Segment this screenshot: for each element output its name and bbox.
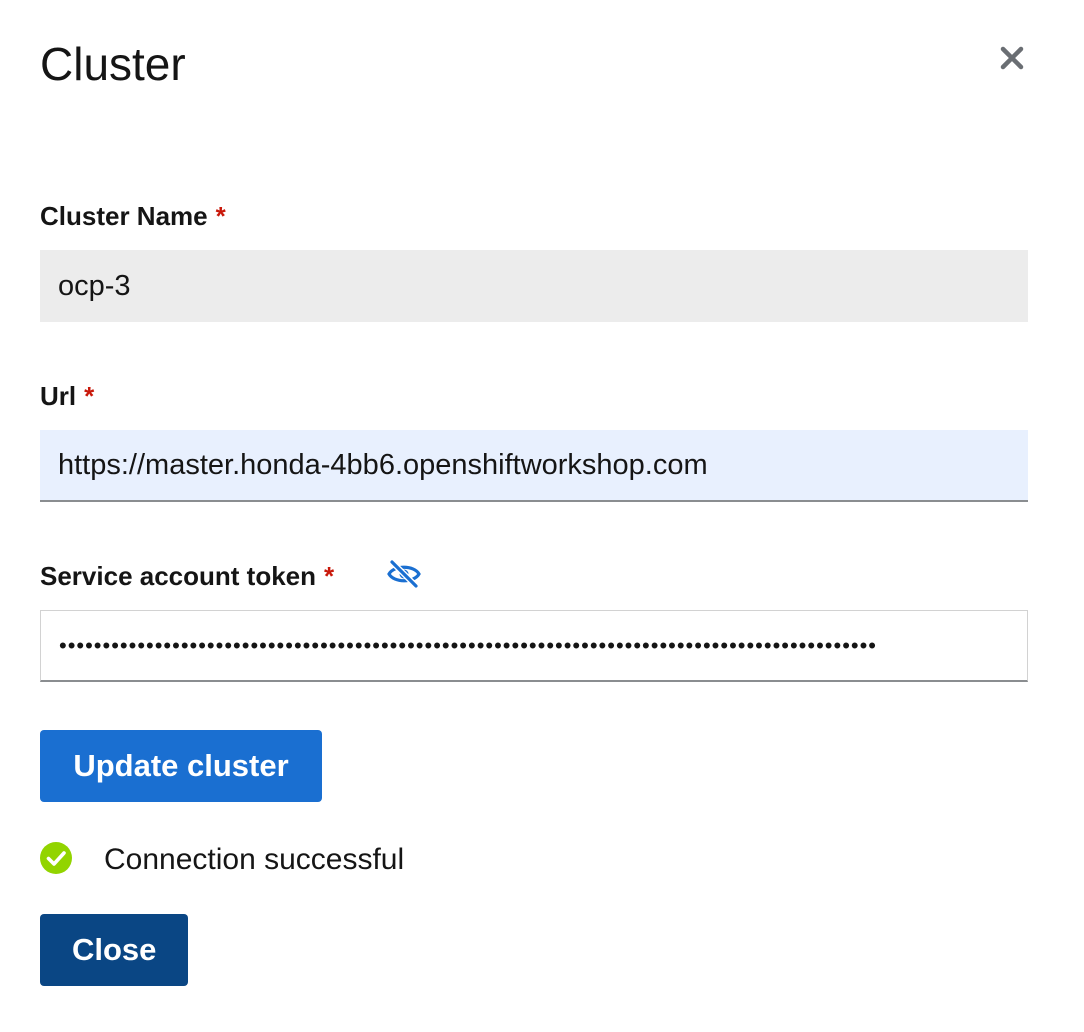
url-label-text: Url <box>40 381 77 411</box>
cluster-name-label-text: Cluster Name <box>40 201 208 231</box>
close-icon[interactable] <box>996 42 1028 74</box>
status-text: Connection successful <box>104 843 405 876</box>
token-value: ••••••••••••••••••••••••••••••••••••••••… <box>59 632 878 658</box>
token-input[interactable]: ••••••••••••••••••••••••••••••••••••••••… <box>40 610 1028 682</box>
cluster-name-label: Cluster Name * <box>40 200 226 232</box>
close-button[interactable]: Close <box>40 914 188 986</box>
connection-status: Connection successful <box>40 840 404 880</box>
required-marker: * <box>215 201 226 231</box>
modal-title: Cluster <box>40 38 186 90</box>
cluster-modal: Cluster Cluster Name * ocp-3 Url * https:/… <box>0 0 1084 1032</box>
url-value: https://master.honda-4bb6.openshiftworks… <box>58 448 708 481</box>
check-circle-icon <box>40 841 72 879</box>
required-marker: * <box>324 561 335 591</box>
eye-slash-icon[interactable] <box>386 558 422 590</box>
cluster-name-value: ocp-3 <box>58 269 131 302</box>
token-label-text: Service account token <box>40 561 316 591</box>
token-label: Service account token * <box>40 560 334 592</box>
required-marker: * <box>84 381 95 411</box>
cluster-name-input[interactable]: ocp-3 <box>40 250 1028 322</box>
update-cluster-button[interactable]: Update cluster <box>40 730 322 802</box>
url-label: Url * <box>40 380 94 412</box>
url-input[interactable]: https://master.honda-4bb6.openshiftworks… <box>40 430 1028 502</box>
